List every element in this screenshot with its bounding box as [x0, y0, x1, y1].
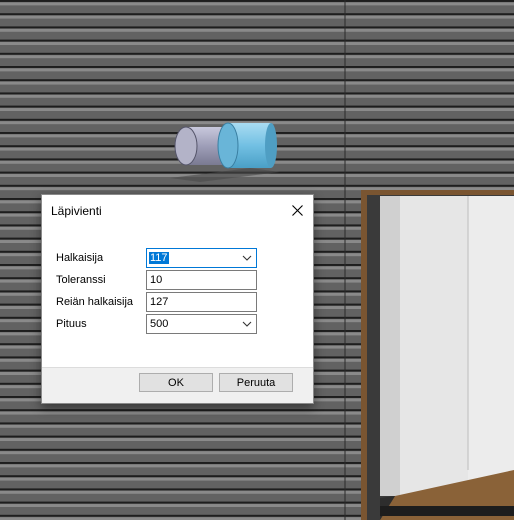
dialog-title: Läpivienti	[51, 204, 102, 218]
row-toleranssi: Toleranssi 10	[42, 270, 313, 292]
close-icon	[291, 205, 303, 216]
reian-halkaisija-input[interactable]: 127	[146, 292, 257, 312]
halkaisija-combobox[interactable]: 117	[146, 248, 257, 268]
field-value: 127	[150, 296, 169, 308]
ok-button[interactable]: OK	[139, 373, 213, 392]
cancel-button[interactable]: Peruuta	[219, 373, 293, 392]
pituus-combobox[interactable]: 500	[146, 314, 257, 334]
dialog-content: Halkaisija 117 Toleranssi 10 Reiän halka…	[42, 226, 313, 368]
toleranssi-input[interactable]: 10	[146, 270, 257, 290]
chevron-down-icon[interactable]	[242, 320, 252, 328]
chevron-down-icon[interactable]	[242, 254, 252, 262]
field-value: 500	[150, 318, 169, 330]
lapivienti-dialog: Läpivienti Halkaisija 117 Toleranssi 10 …	[41, 194, 314, 404]
field-value: 10	[150, 274, 163, 286]
close-button[interactable]	[281, 195, 313, 226]
row-reian-halkaisija: Reiän halkaisija 127	[42, 292, 313, 314]
field-label: Pituus	[56, 318, 87, 330]
wall-opening	[361, 190, 514, 520]
dialog-titlebar[interactable]: Läpivienti	[42, 195, 313, 226]
row-halkaisija: Halkaisija 117	[42, 248, 313, 270]
field-label: Halkaisija	[56, 252, 104, 264]
row-pituus: Pituus 500	[42, 314, 313, 336]
field-label: Toleranssi	[56, 274, 106, 286]
field-value: 117	[149, 252, 169, 264]
field-label: Reiän halkaisija	[56, 296, 134, 308]
